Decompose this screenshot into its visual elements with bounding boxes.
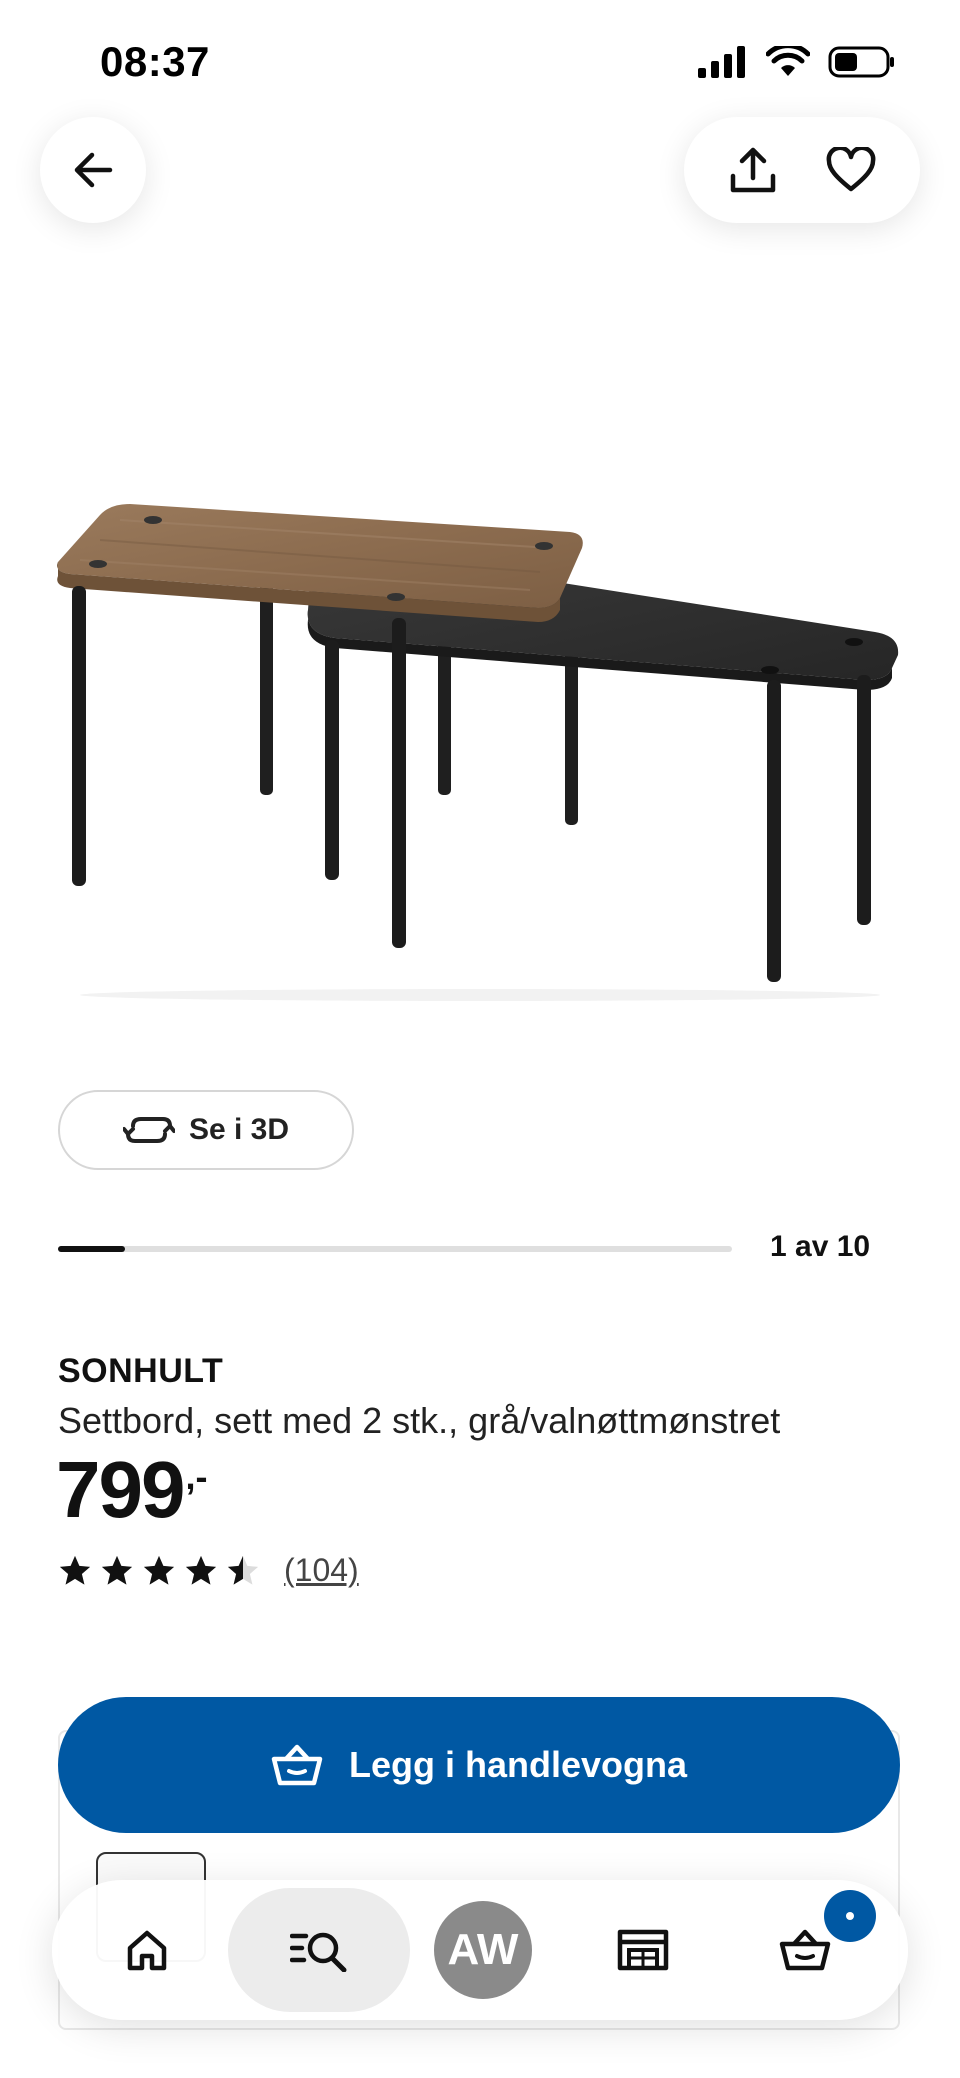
star-icon [227, 1555, 259, 1585]
product-price: 799 ,- [56, 1450, 207, 1530]
product-rating[interactable]: (104) [58, 1552, 359, 1589]
see-in-3d-button[interactable]: Se i 3D [58, 1090, 354, 1170]
wifi-icon [766, 46, 810, 76]
header-actions [684, 117, 920, 223]
basket-icon [271, 1744, 323, 1786]
product-description: Settbord, sett med 2 stk., grå/valnøttmø… [58, 1400, 781, 1441]
back-button[interactable] [40, 117, 146, 223]
nesting-tables-illustration [57, 504, 899, 1001]
nav-search[interactable] [228, 1888, 410, 2012]
avatar: AW [434, 1901, 532, 1999]
review-count-link[interactable]: (104) [284, 1552, 359, 1589]
battery-icon [828, 46, 894, 78]
product-name: SONHULT [58, 1352, 224, 1390]
search-icon [290, 1932, 347, 1972]
status-icons [698, 46, 896, 78]
cart-badge [824, 1890, 876, 1942]
gallery-counter: 1 av 10 [770, 1230, 871, 1263]
nav-home[interactable] [92, 1880, 202, 2020]
product-image[interactable] [50, 490, 910, 1010]
home-icon [127, 1930, 167, 1971]
share-button[interactable] [713, 130, 793, 210]
star-icon [143, 1555, 175, 1585]
cart-badge-dot [846, 1912, 854, 1920]
star-icon [59, 1555, 91, 1585]
bottom-navigation: AW [52, 1880, 908, 2020]
see-in-3d-label: Se i 3D [188, 1113, 290, 1146]
star-icon [185, 1555, 217, 1585]
gallery-progress [58, 1246, 732, 1252]
star-icon [101, 1555, 133, 1585]
add-to-cart-button[interactable]: Legg i handlevogna [58, 1697, 900, 1833]
nav-stores[interactable] [588, 1880, 698, 2020]
status-bar: 08:37 [0, 0, 960, 120]
gallery-progress-fill [58, 1246, 126, 1252]
heart-icon [826, 147, 876, 192]
price-suffix: ,- [185, 1456, 208, 1497]
rating-stars [58, 1554, 260, 1588]
rotate-3d-icon [122, 1117, 175, 1143]
nav-profile[interactable]: AW [430, 1880, 536, 2020]
status-time: 08:37 [100, 38, 210, 85]
price-amount: 799 [56, 1445, 185, 1534]
favorite-button[interactable] [811, 130, 891, 210]
signal-icon [698, 46, 745, 78]
add-to-cart-label: Legg i handlevogna [348, 1744, 688, 1785]
share-icon [730, 147, 776, 193]
arrow-left-icon [74, 152, 113, 188]
basket-icon [779, 1929, 831, 1971]
store-icon [617, 1929, 669, 1971]
